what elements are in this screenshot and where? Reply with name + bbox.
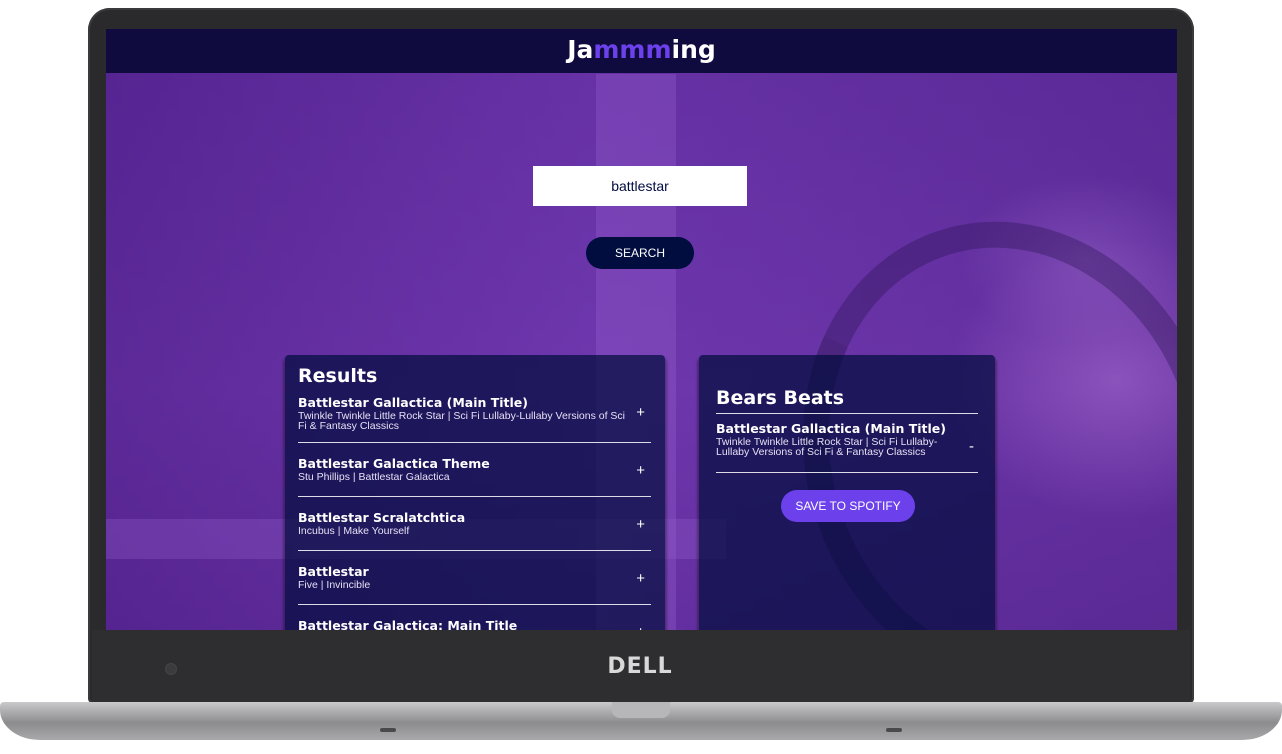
app-logo: Jammming [567, 35, 716, 64]
track-name: Battlestar Scralatchtica [298, 510, 466, 525]
track-row: Battlestar Galactica Theme Stu Phillips … [298, 443, 651, 497]
track-info: Twinkle Twinkle Little Rock Star | Sci F… [716, 436, 938, 458]
logo-accent: mmm [593, 35, 672, 64]
logo-suffix: ing [671, 35, 716, 64]
app-header: Jammming [106, 29, 1177, 73]
search-input[interactable] [533, 166, 747, 206]
playlist-track-list: Battlestar Gallactica (Main Title) Twink… [716, 421, 978, 473]
track-info: Twinkle Twinkle Little Rock Star | Sci F… [298, 410, 626, 432]
remove-track-button[interactable]: - [969, 438, 974, 455]
laptop-notch [612, 702, 670, 718]
add-track-button[interactable]: + [636, 570, 645, 587]
track-name: Battlestar Gallactica (Main Title) [716, 421, 946, 436]
add-track-button[interactable]: + [636, 462, 645, 479]
app-screen: Jammming SEARCH Results Battlestar Galla… [106, 29, 1177, 630]
webcam-icon [166, 664, 176, 674]
results-track-list: Battlestar Gallactica (Main Title) Twink… [298, 395, 651, 630]
laptop-foot [886, 728, 902, 732]
dell-logo: DELL [607, 654, 673, 679]
track-row: Battlestar Galactica: Main Title + [298, 605, 651, 630]
search-button[interactable]: SEARCH [586, 237, 694, 269]
track-row: Battlestar Gallactica (Main Title) Twink… [298, 395, 651, 443]
add-track-button[interactable]: + [636, 404, 645, 421]
track-name: Battlestar Galactica Theme [298, 456, 490, 471]
track-row: Battlestar Five | Invincible + [298, 551, 651, 605]
save-to-spotify-button[interactable]: SAVE TO SPOTIFY [781, 490, 915, 522]
track-name: Battlestar Galactica: Main Title [298, 618, 518, 630]
track-row: Battlestar Scralatchtica Incubus | Make … [298, 497, 651, 551]
results-panel: Results Battlestar Gallactica (Main Titl… [285, 355, 665, 630]
track-info: Stu Phillips | Battlestar Galactica [298, 471, 450, 483]
track-name: Battlestar [298, 564, 369, 579]
playlist-name-input[interactable]: Bears Beats [716, 387, 978, 414]
results-title: Results [298, 365, 378, 387]
laptop-foot [380, 728, 396, 732]
logo-prefix: Ja [567, 35, 594, 64]
track-info: Five | Invincible [298, 579, 371, 591]
playlist-panel: Bears Beats Battlestar Gallactica (Main … [699, 355, 995, 630]
track-name: Battlestar Gallactica (Main Title) [298, 395, 528, 410]
add-track-button[interactable]: + [636, 516, 645, 533]
track-info: Incubus | Make Yourself [298, 525, 410, 537]
track-row: Battlestar Gallactica (Main Title) Twink… [716, 421, 978, 473]
